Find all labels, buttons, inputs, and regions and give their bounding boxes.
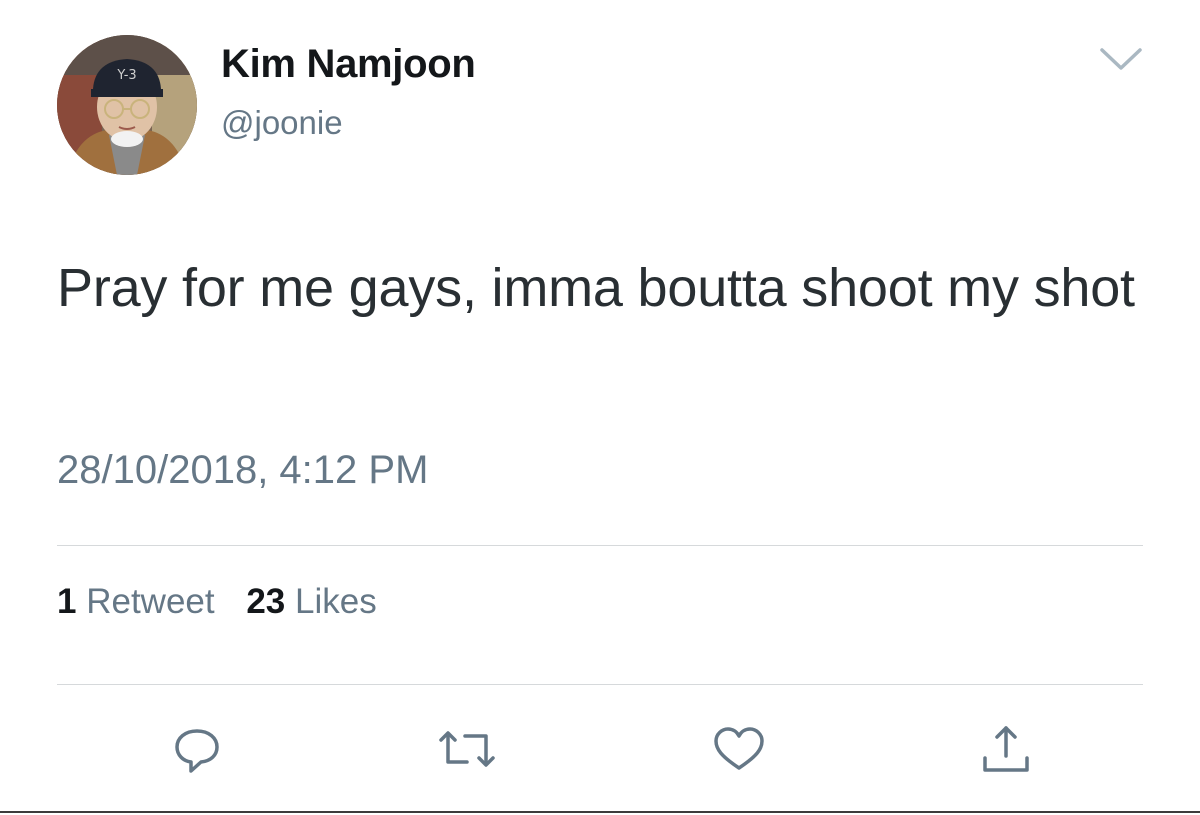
reply-button[interactable] [169,722,225,778]
author-display-name[interactable]: Kim Namjoon [221,42,476,87]
bottom-edge [0,811,1200,813]
author-handle[interactable]: @joonie [221,104,343,142]
divider-top [57,545,1143,546]
share-icon [983,726,1029,772]
svg-text:Y-3: Y-3 [116,68,136,83]
divider-bottom [57,684,1143,685]
likes-stat[interactable]: 23 Likes [246,582,376,622]
retweets-stat[interactable]: 1 Retweet [57,582,215,622]
likes-count: 23 [246,582,286,621]
avatar[interactable]: Y-3 [57,35,197,175]
reply-icon [175,729,219,773]
share-button[interactable] [979,722,1035,778]
retweets-count: 1 [57,582,77,621]
like-button[interactable] [711,722,767,778]
avatar-photo: Y-3 [57,35,197,175]
chevron-down-icon[interactable] [1098,44,1144,74]
retweet-button[interactable] [437,722,497,778]
retweet-icon [439,731,495,767]
retweets-label: Retweet [86,582,215,621]
tweet-text: Pray for me gays, imma boutta shoot my s… [57,258,1135,318]
heart-icon [714,727,764,770]
tweet-card: Y-3 Kim Namjoon @joonie Pray for me gays… [0,0,1200,815]
engagement-stats: 1 Retweet 23 Likes [57,582,399,622]
tweet-timestamp[interactable]: 28/10/2018, 4:12 PM [57,448,428,493]
likes-label: Likes [295,582,377,621]
